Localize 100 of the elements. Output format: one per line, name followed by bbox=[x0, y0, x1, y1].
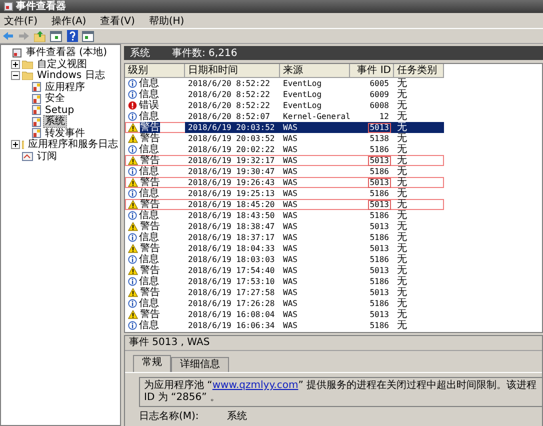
table-cell-text: WAS bbox=[282, 287, 298, 298]
table-cell: WAS bbox=[280, 122, 350, 133]
tree-item[interactable]: Setup bbox=[43, 104, 76, 117]
menu-item[interactable]: 查看(V) bbox=[98, 14, 137, 28]
level-text: 警告 bbox=[140, 133, 160, 144]
event-row[interactable]: 信息 2018/6/19 18:37:17 WAS 5186 无 bbox=[125, 232, 542, 243]
table-cell-text: 无 bbox=[396, 265, 408, 276]
column-header[interactable]: 来源 bbox=[280, 64, 350, 78]
column-header[interactable]: 日期和时间 bbox=[185, 64, 280, 78]
event-row[interactable]: 警告 2018/6/19 17:27:58 WAS 5013 无 bbox=[125, 287, 542, 298]
tree-item[interactable]: 应用程序和服务日志 bbox=[26, 138, 120, 152]
table-cell-text: 2018/6/19 19:32:17 bbox=[187, 155, 276, 166]
event-row[interactable]: 警告 2018/6/19 18:45:20 WAS 5013 无 bbox=[125, 199, 444, 210]
table-cell-text: 无 bbox=[396, 221, 408, 232]
event-row[interactable]: 信息 2018/6/19 19:25:13 WAS 5186 无 bbox=[125, 188, 542, 199]
table-cell-text: 无 bbox=[396, 298, 408, 309]
event-row[interactable]: 信息 2018/6/19 17:53:10 WAS 5186 无 bbox=[125, 276, 542, 287]
table-cell-text: 2018/6/19 18:04:33 bbox=[187, 243, 276, 254]
event-id: 5186 bbox=[368, 298, 390, 308]
table-cell-text: 2018/6/19 20:03:52 bbox=[187, 133, 276, 144]
event-count: 事件数: 6,216 bbox=[172, 46, 238, 60]
column-header[interactable]: 事件 ID bbox=[350, 64, 394, 78]
tree-item[interactable]: 应用程序 bbox=[43, 80, 87, 94]
event-id: 6009 bbox=[368, 90, 390, 100]
table-cell-text: EventLog bbox=[282, 100, 323, 111]
tree-item[interactable]: 事件查看器 (本地) bbox=[24, 46, 109, 60]
tree-item[interactable]: Windows 日志 bbox=[35, 69, 107, 82]
event-row[interactable]: 信息 2018/6/20 8:52:22 EventLog 6005 无 bbox=[125, 78, 542, 89]
table-cell-text: 2018/6/20 8:52:22 bbox=[187, 78, 271, 89]
event-id: 5013 bbox=[368, 310, 390, 320]
log-name: 系统 bbox=[130, 46, 150, 60]
event-row[interactable]: 错误 2018/6/20 8:52:22 EventLog 6008 无 bbox=[125, 100, 542, 111]
table-cell-text: 无 bbox=[396, 100, 408, 111]
table-cell-text: WAS bbox=[282, 210, 298, 221]
table-cell-text: 无 bbox=[396, 89, 408, 100]
event-row[interactable]: 信息 2018/6/19 18:03:03 WAS 5186 无 bbox=[125, 254, 542, 265]
tab[interactable]: 常规 bbox=[133, 355, 171, 372]
menu-item[interactable]: 操作(A) bbox=[50, 14, 88, 28]
table-cell-text: 2018/6/19 16:08:04 bbox=[187, 309, 276, 320]
event-id: 5186 bbox=[368, 210, 390, 220]
details-title: 事件 5013 , WAS bbox=[125, 336, 542, 351]
event-row[interactable]: 警告 2018/6/19 20:03:52 WAS 5013 无 bbox=[125, 122, 444, 133]
tree-item[interactable]: 安全 bbox=[43, 92, 67, 106]
event-row[interactable]: 警告 2018/6/19 18:04:33 WAS 5013 无 bbox=[125, 243, 542, 254]
tree-item[interactable]: 系统 bbox=[43, 115, 67, 128]
event-row[interactable]: 信息 2018/6/19 18:43:50 WAS 5186 无 bbox=[125, 210, 542, 221]
level-text: 警告 bbox=[140, 177, 160, 188]
table-cell: 2018/6/19 20:03:52 bbox=[185, 122, 280, 133]
level-text: 错误 bbox=[139, 100, 159, 111]
event-row[interactable]: 信息 2018/6/19 16:06:34 WAS 5186 无 bbox=[125, 320, 542, 331]
table-cell-text: WAS bbox=[282, 133, 298, 144]
event-row[interactable]: 信息 2018/6/20 8:52:07 Kernel-General 12 无 bbox=[125, 111, 542, 122]
event-row[interactable]: 警告 2018/6/19 16:08:04 WAS 5013 无 bbox=[125, 309, 542, 320]
table-cell-text: WAS bbox=[282, 254, 298, 265]
table-cell-text: 2018/6/19 17:53:10 bbox=[187, 276, 276, 287]
table-cell-text: 2018/6/19 17:27:58 bbox=[187, 287, 276, 298]
field-value: 系统 bbox=[226, 411, 247, 423]
event-id: 5186 bbox=[368, 320, 390, 330]
menu-item[interactable]: 文件(F) bbox=[2, 14, 40, 28]
table-cell-text: Kernel-General bbox=[282, 111, 350, 122]
event-row[interactable]: 警告 2018/6/19 17:54:40 WAS 5013 无 bbox=[125, 265, 542, 276]
table-cell-text: 2018/6/19 20:02:22 bbox=[187, 144, 276, 155]
event-row[interactable]: 信息 2018/6/19 19:30:47 WAS 5186 无 bbox=[125, 166, 542, 177]
level-text: 警告 bbox=[140, 199, 160, 210]
menu-item[interactable]: 帮助(H) bbox=[146, 14, 186, 28]
column-header[interactable]: 级别 bbox=[125, 64, 185, 78]
column-header[interactable]: 任务类别 bbox=[394, 64, 444, 78]
event-id: 12 bbox=[378, 112, 390, 122]
event-row[interactable]: 警告 2018/6/19 18:38:47 WAS 5013 无 bbox=[125, 221, 542, 232]
event-id: 5013 bbox=[368, 122, 391, 132]
link[interactable]: www.qzmlyy.com bbox=[212, 380, 298, 391]
table-cell-text: WAS bbox=[282, 232, 298, 243]
tree-item[interactable]: 自定义视图 bbox=[35, 58, 89, 71]
table-cell-text: 2018/6/19 19:26:43 bbox=[187, 177, 276, 188]
table-cell-text: WAS bbox=[282, 155, 298, 166]
table-cell-text: EventLog bbox=[282, 78, 323, 89]
event-row[interactable]: 信息 2018/6/20 8:52:22 EventLog 6009 无 bbox=[125, 89, 542, 100]
event-row[interactable]: 信息 2018/6/19 20:02:22 WAS 5186 无 bbox=[125, 144, 542, 155]
table-cell-text: 无 bbox=[396, 243, 408, 254]
event-id: 5186 bbox=[368, 232, 390, 242]
tree-item[interactable]: 转发事件 bbox=[43, 126, 87, 140]
level-text: 信息 bbox=[139, 276, 159, 287]
level-text: 警告 bbox=[140, 243, 160, 254]
table-cell-text: WAS bbox=[282, 166, 298, 177]
table-cell-text: 2018/6/19 17:54:40 bbox=[187, 265, 276, 276]
table-cell-text: 无 bbox=[396, 254, 408, 265]
event-row[interactable]: 信息 2018/6/19 17:26:28 WAS 5186 无 bbox=[125, 298, 542, 309]
level-text: 信息 bbox=[139, 320, 159, 331]
event-row[interactable]: 警告 2018/6/19 19:32:17 WAS 5013 无 bbox=[125, 155, 444, 166]
table-cell-text: 无 bbox=[396, 287, 408, 298]
table-cell-text: 无 bbox=[396, 166, 408, 177]
event-row[interactable]: 警告 2018/6/19 19:26:43 WAS 5013 无 bbox=[125, 177, 444, 188]
event-id: 5013 bbox=[368, 156, 391, 166]
tab[interactable]: 详细信息 bbox=[171, 357, 229, 372]
table-cell-text: 2018/6/20 8:52:07 bbox=[187, 111, 271, 122]
tree-item[interactable]: 订阅 bbox=[35, 150, 59, 163]
event-row[interactable]: 警告 2018/6/19 20:03:52 WAS 5138 无 bbox=[125, 133, 542, 144]
table-cell-text: 2018/6/19 18:37:17 bbox=[187, 232, 276, 243]
table-cell-text: 无 bbox=[396, 144, 408, 155]
table-cell-text: 无 bbox=[396, 210, 408, 221]
